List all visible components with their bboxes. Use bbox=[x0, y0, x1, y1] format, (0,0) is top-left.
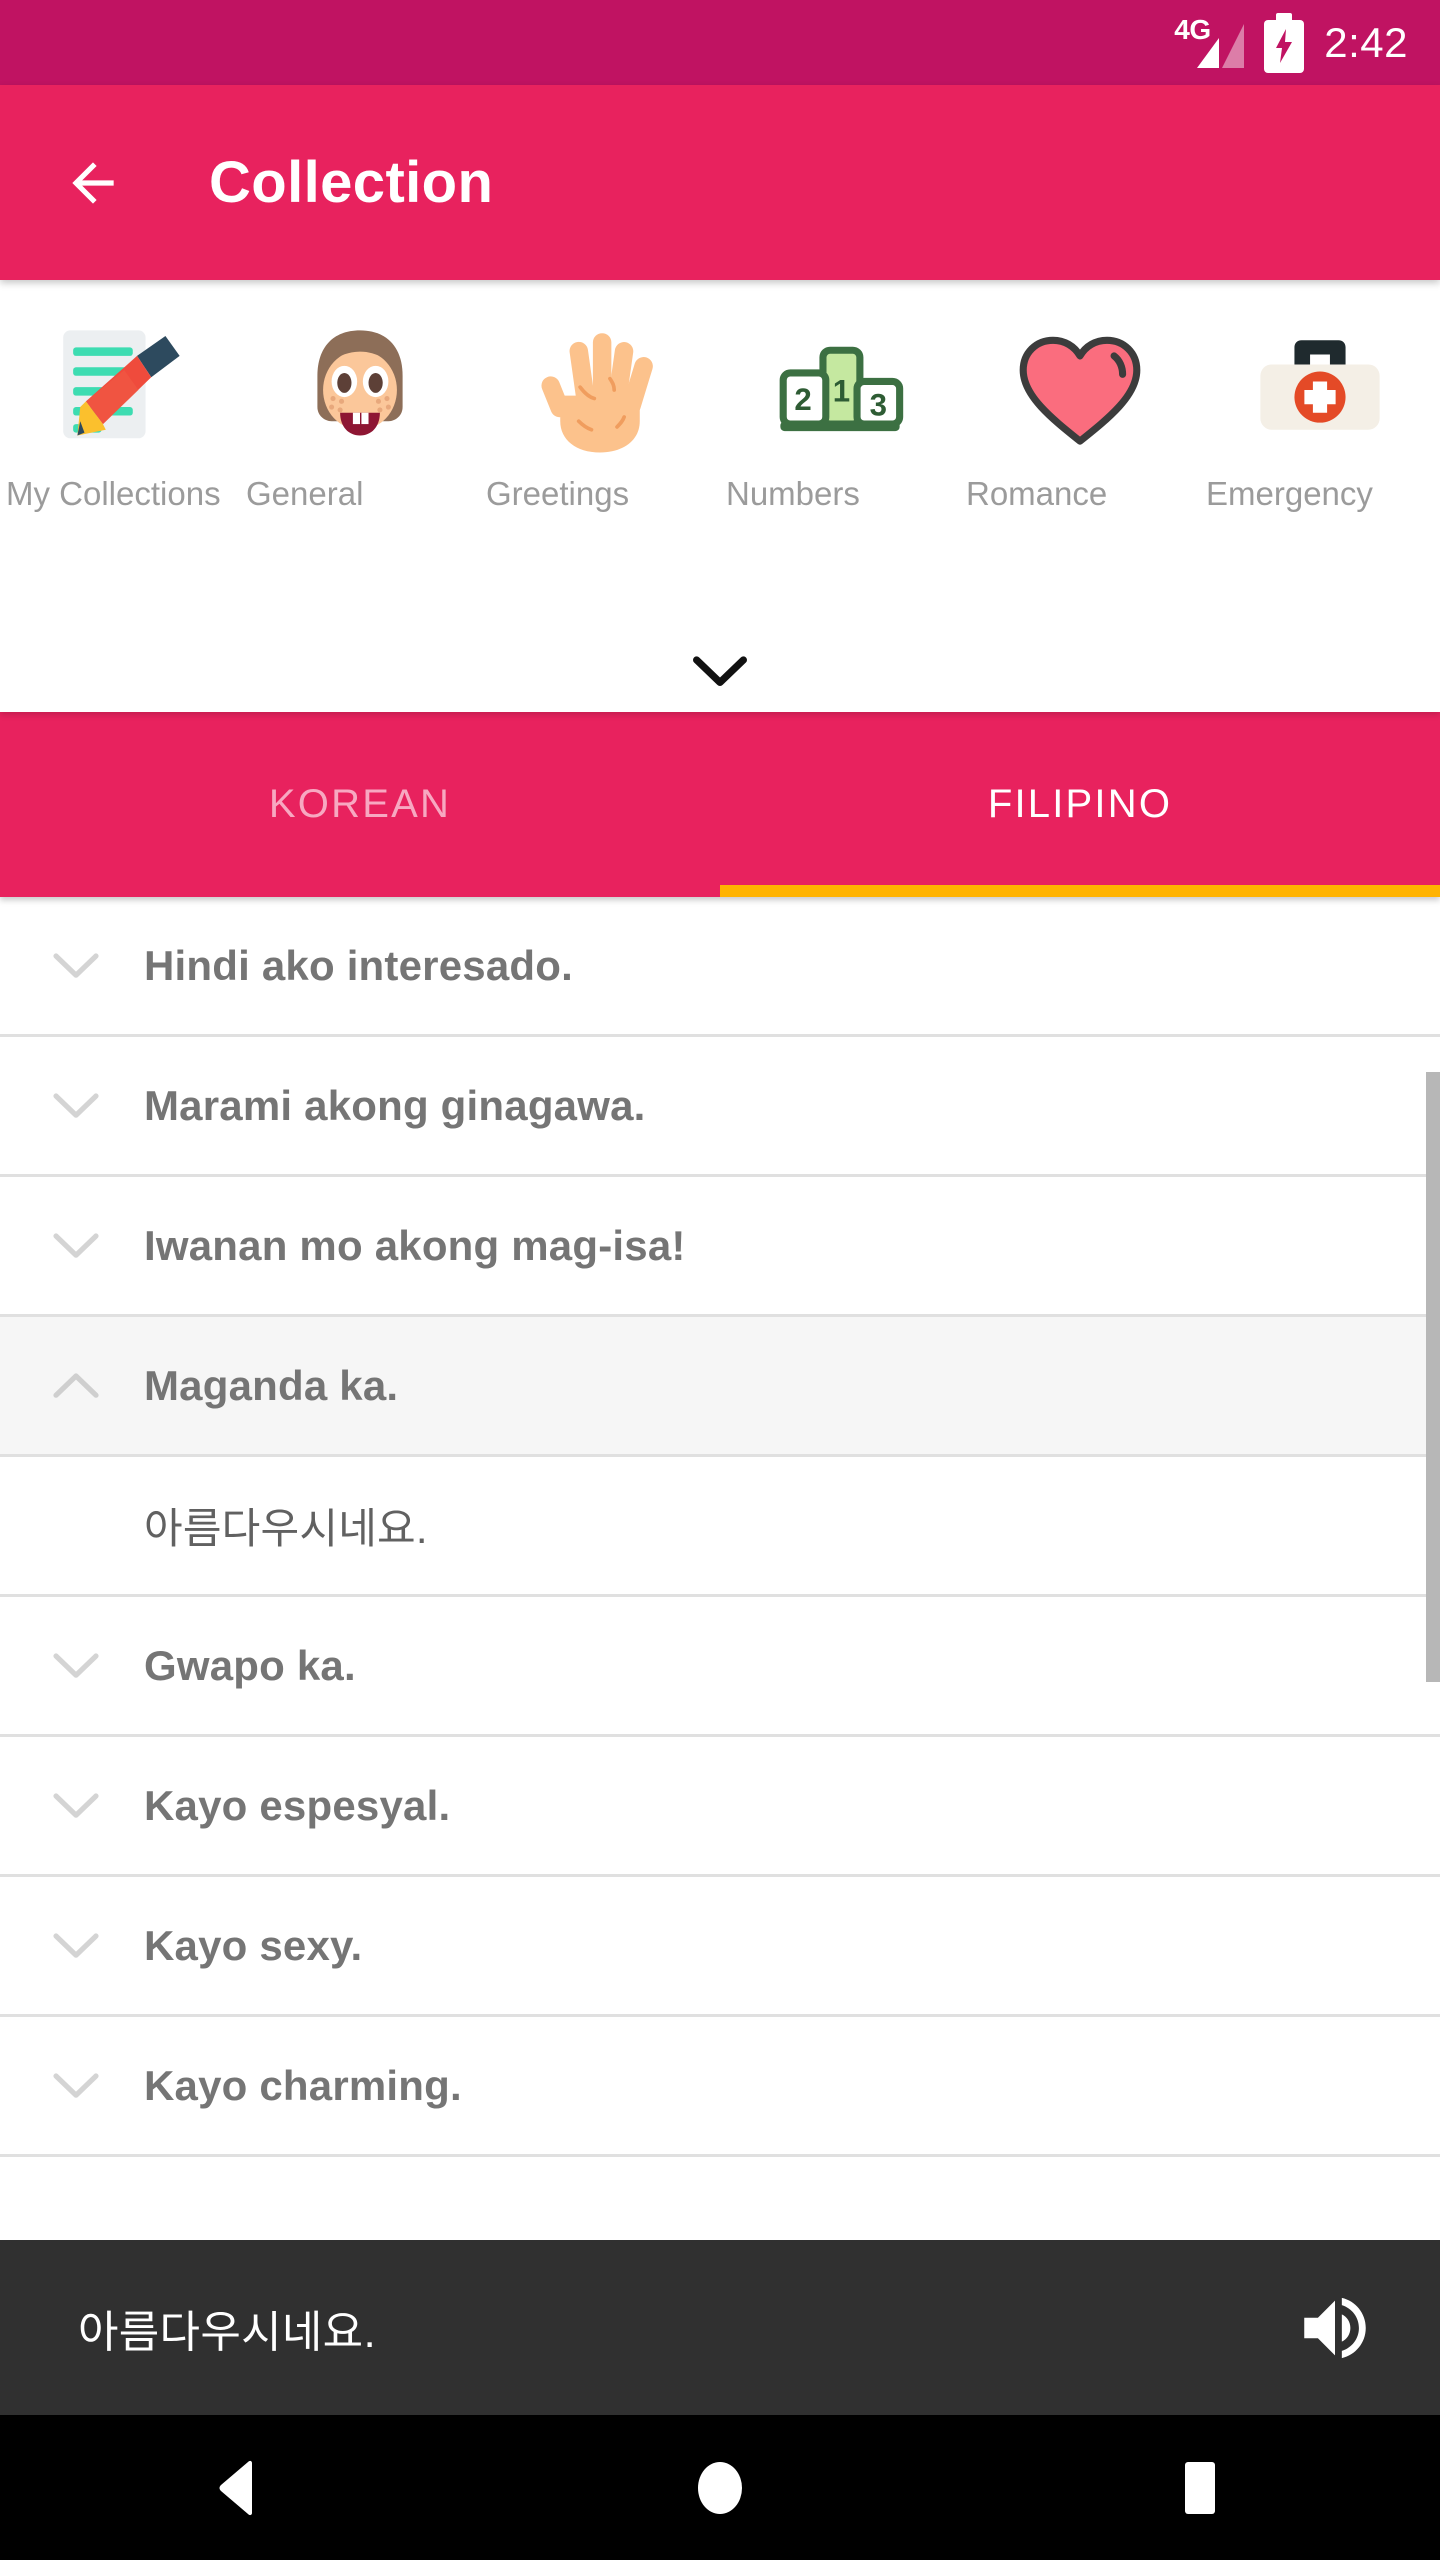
category-item-numbers[interactable]: 2 1 3 Numbers bbox=[720, 312, 960, 515]
table-row[interactable]: Iwanan mo akong mag-isa! bbox=[0, 1177, 1440, 1317]
table-row-expanded[interactable]: Maganda ka. bbox=[0, 1317, 1440, 1457]
chevron-up-icon[interactable] bbox=[38, 1371, 114, 1401]
phrase-text: Iwanan mo akong mag-isa! bbox=[144, 1221, 686, 1269]
audio-phrase-text: 아름다우시네요. bbox=[78, 2307, 376, 2357]
chevron-down-icon[interactable] bbox=[38, 1091, 114, 1121]
category-item-general[interactable]: General bbox=[240, 312, 480, 515]
arrow-left-icon bbox=[72, 161, 114, 204]
app-screen: 4G 2:42 Collection My Collections Genera… bbox=[0, 0, 1440, 2560]
chevron-down-icon[interactable] bbox=[38, 1231, 114, 1261]
phrase-list: Hindi ako interesado. Marami akong ginag… bbox=[0, 897, 1440, 2240]
category-label: Greetings bbox=[486, 475, 630, 512]
nav-back-triangle-icon bbox=[219, 2460, 252, 2515]
signal-bars-icon bbox=[1197, 23, 1245, 68]
phrase-text: Kayo sexy. bbox=[144, 1921, 363, 1969]
back-button[interactable] bbox=[62, 152, 124, 214]
language-tab-bar: KOREAN FILIPINO bbox=[0, 712, 1440, 897]
list-scrollbar[interactable] bbox=[1426, 1072, 1440, 1682]
category-label: My Collections bbox=[6, 475, 221, 512]
category-row: My Collections General Greetings 2 1 3 N… bbox=[0, 280, 1440, 634]
category-label: Numbers bbox=[726, 475, 860, 512]
memo-pencil-icon bbox=[49, 312, 191, 467]
table-row[interactable]: Marami akong ginagawa. bbox=[0, 1037, 1440, 1177]
table-row-partial[interactable] bbox=[0, 2157, 1440, 2240]
chevron-down-icon[interactable] bbox=[38, 2071, 114, 2101]
chevron-down-icon[interactable] bbox=[38, 1651, 114, 1681]
tab-filipino[interactable]: FILIPINO bbox=[720, 712, 1440, 897]
table-row[interactable]: Kayo sexy. bbox=[0, 1877, 1440, 2017]
page-title: Collection bbox=[209, 150, 494, 215]
nav-back-button[interactable] bbox=[160, 2415, 320, 2560]
status-bar: 4G 2:42 bbox=[0, 0, 1440, 85]
audio-playback-bar: 아름다우시네요. bbox=[0, 2240, 1440, 2415]
chevron-down-icon bbox=[693, 656, 747, 687]
nav-home-button[interactable] bbox=[640, 2415, 800, 2560]
play-audio-button[interactable] bbox=[1290, 2283, 1380, 2373]
category-item-emergency[interactable]: Emergency bbox=[1200, 312, 1440, 515]
table-row[interactable]: Kayo charming. bbox=[0, 2017, 1440, 2157]
battery-charging-icon bbox=[1264, 12, 1305, 73]
phrase-text: Marami akong ginagawa. bbox=[144, 1081, 646, 1129]
phrase-text: Maganda ka. bbox=[144, 1361, 399, 1409]
phrase-text: Hindi ako interesado. bbox=[144, 941, 573, 989]
category-label: Romance bbox=[966, 475, 1108, 512]
nav-recents-square-icon bbox=[1185, 2461, 1215, 2514]
podium-123-icon: 2 1 3 bbox=[769, 312, 911, 467]
table-row[interactable]: Kayo espesyal. bbox=[0, 1737, 1440, 1877]
nav-home-circle-icon bbox=[698, 2461, 742, 2514]
phrase-text: Kayo charming. bbox=[144, 2061, 462, 2109]
category-panel: My Collections General Greetings 2 1 3 N… bbox=[0, 280, 1440, 712]
phrase-text: Kayo espesyal. bbox=[144, 1781, 451, 1829]
translation-text: 아름다우시네요. bbox=[144, 1505, 428, 1552]
tab-indicator bbox=[720, 885, 1440, 897]
status-clock: 2:42 bbox=[1324, 18, 1408, 66]
volume-up-icon bbox=[1304, 2297, 1366, 2358]
heart-icon bbox=[1009, 312, 1151, 467]
category-item-romance[interactable]: Romance bbox=[960, 312, 1200, 515]
app-bar: Collection bbox=[0, 85, 1440, 280]
lightning-bolt-icon bbox=[1276, 28, 1293, 63]
tab-korean[interactable]: KOREAN bbox=[0, 712, 720, 897]
chevron-down-icon[interactable] bbox=[38, 1931, 114, 1961]
table-row[interactable]: Gwapo ka. bbox=[0, 1597, 1440, 1737]
category-item-my-collections[interactable]: My Collections bbox=[0, 312, 240, 515]
phrase-text: Gwapo ka. bbox=[144, 1641, 356, 1689]
category-item-greetings[interactable]: Greetings bbox=[480, 312, 720, 515]
android-nav-bar bbox=[0, 2415, 1440, 2560]
girl-face-icon bbox=[289, 312, 431, 467]
category-label: General bbox=[246, 475, 364, 512]
chevron-down-icon[interactable] bbox=[38, 1791, 114, 1821]
category-label: Emergency bbox=[1206, 475, 1373, 512]
signal-4g-icon: 4G bbox=[1174, 14, 1245, 72]
svg-text:2: 2 bbox=[794, 381, 811, 416]
expand-categories-button[interactable] bbox=[0, 634, 1440, 712]
first-aid-kit-icon bbox=[1249, 312, 1391, 467]
nav-recents-button[interactable] bbox=[1120, 2415, 1280, 2560]
phrase-list-container[interactable]: Hindi ako interesado. Marami akong ginag… bbox=[0, 897, 1440, 2240]
raised-hand-icon bbox=[529, 312, 671, 467]
svg-text:1: 1 bbox=[833, 373, 850, 408]
table-row[interactable]: Hindi ako interesado. bbox=[0, 897, 1440, 1037]
translation-row[interactable]: 아름다우시네요. bbox=[0, 1457, 1440, 1597]
svg-text:3: 3 bbox=[870, 387, 887, 422]
chevron-down-icon[interactable] bbox=[38, 951, 114, 981]
